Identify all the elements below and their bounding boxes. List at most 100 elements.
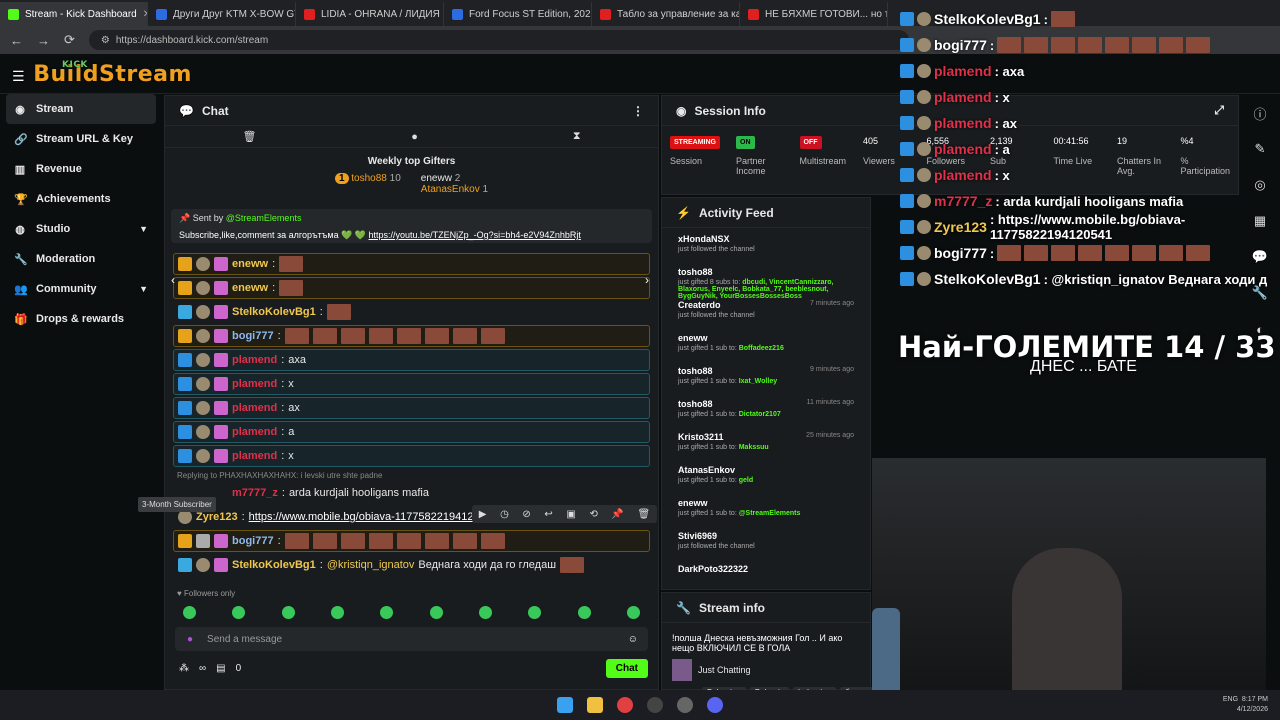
language-indicator[interactable]: ENG (1223, 696, 1238, 703)
activity-item[interactable]: Stivi6969 just followed the channel (662, 525, 870, 558)
chat-message[interactable]: plamend: a (173, 421, 650, 443)
emote-icon[interactable] (380, 606, 394, 619)
activity-user[interactable]: AtanasEnkov (678, 465, 854, 475)
chat-username[interactable]: m7777_z (232, 487, 278, 499)
discord-icon[interactable] (707, 697, 723, 713)
clock-icon[interactable]: ◷ (500, 509, 509, 520)
activity-user[interactable]: tosho88 (678, 267, 854, 277)
activity-item[interactable]: xHondaNSX just followed the channel (662, 228, 870, 261)
activity-user[interactable]: eneww (678, 498, 854, 508)
prev-arrow-icon[interactable]: ‹ (171, 273, 175, 287)
copy-icon[interactable]: ▣ (566, 509, 575, 520)
chat-message[interactable]: StelkoKolevBg1: (173, 301, 650, 323)
windows-start-icon[interactable] (557, 697, 573, 713)
chat-username[interactable]: StelkoKolevBg1 (232, 306, 316, 318)
emote-icon[interactable] (528, 606, 542, 619)
chat-message[interactable]: eneww: (173, 277, 650, 299)
category-name[interactable]: Just Chatting (698, 665, 751, 675)
chevron-down-icon[interactable]: ▼ (139, 284, 148, 294)
activity-item[interactable]: eneww just gifted 1 sub to: Boffadeez216 (662, 327, 870, 360)
browser-tab[interactable]: НЕ БЯХМЕ ГОТОВИ... но тръгн✕ (740, 2, 888, 26)
chat-message[interactable]: bogi777: (173, 325, 650, 347)
chat-message[interactable]: plamend: axa (173, 349, 650, 371)
trash-icon[interactable]: 🗑 (242, 130, 256, 143)
reply-icon[interactable]: ↩ (544, 509, 552, 520)
sidebar-item-revenue[interactable]: ▥ Revenue (0, 154, 162, 184)
forward-icon[interactable]: → (37, 33, 50, 48)
bubble-icon[interactable]: ● (411, 131, 418, 143)
activity-item[interactable]: 9 minutes ago tosho88 just gifted 1 sub to… (662, 360, 870, 393)
browser-tab[interactable]: Ford Focus ST Edition, 2022г., I✕ (444, 2, 592, 26)
chat-input[interactable]: ● Send a message ☺ (175, 627, 648, 651)
chat-mention[interactable]: @kristiqn_ignatov (327, 559, 415, 571)
chat-username[interactable]: plamend (232, 450, 277, 462)
chat-username[interactable]: StelkoKolevBg1 (232, 559, 316, 571)
back-icon[interactable]: ← (10, 33, 23, 48)
activity-item[interactable]: DarkPoto322322 (662, 558, 870, 589)
emote-icon[interactable] (331, 606, 345, 619)
chat-username[interactable]: plamend (232, 354, 277, 366)
shop-icon[interactable]: ▤ (216, 663, 225, 674)
sidebar-item-community[interactable]: 👥 Community ▼ (0, 274, 162, 304)
emote-icon[interactable] (232, 606, 246, 619)
channel-logo[interactable]: ☰ BuildStream KICK (12, 60, 192, 87)
undo-icon[interactable]: ⟲ (589, 509, 597, 520)
play-icon[interactable]: ▶ (479, 509, 487, 520)
chat-username[interactable]: plamend (232, 426, 277, 438)
browser-tab[interactable]: Stream - Kick Dashboard✕ (0, 2, 148, 26)
sidebar-item-studio[interactable]: ◍ Studio ▼ (0, 214, 162, 244)
chat-message[interactable]: m7777_z: arda kurdjali hooligans mafia (173, 482, 650, 504)
activity-user[interactable]: xHondaNSX (678, 234, 854, 244)
sidebar-item-moderation[interactable]: 🔧 Moderation (0, 244, 162, 274)
chat-message[interactable]: plamend: ax (173, 397, 650, 419)
explorer-icon[interactable] (587, 697, 603, 713)
emoji-picker-icon[interactable]: ☺ (628, 634, 638, 645)
chevron-down-icon[interactable]: ▼ (139, 224, 148, 234)
chat-username[interactable]: Zyre123 (196, 511, 238, 523)
url-field[interactable]: ⚙ https://dashboard.kick.com/stream (88, 30, 909, 50)
hourglass-icon[interactable]: ⧗ (573, 130, 581, 143)
obs-icon[interactable] (647, 697, 663, 713)
mic-icon[interactable]: ● (187, 634, 193, 645)
emote-icon[interactable] (429, 606, 443, 619)
delete-icon[interactable]: 🗑 (637, 509, 650, 520)
sidebar-item-drops-rewards[interactable]: 🎁 Drops & rewards (0, 304, 162, 334)
next-arrow-icon[interactable]: › (645, 273, 649, 287)
hamburger-icon[interactable]: ☰ (12, 69, 25, 85)
sidebar-item-stream[interactable]: ◉ Stream (6, 94, 156, 124)
sidebar-item-achievements[interactable]: 🏆 Achievements (0, 184, 162, 214)
gifter-name[interactable]: eneww (421, 173, 452, 184)
activity-item[interactable]: 11 minutes ago tosho88 just gifted 1 sub t… (662, 393, 870, 426)
emote-icon[interactable] (626, 606, 640, 619)
browser-tab[interactable]: Други Друг KTM X-BOW GT-X✕ (148, 2, 296, 26)
chat-message[interactable]: StelkoKolevBg1: @kristiqn_ignatov Веднаг… (173, 554, 650, 576)
chrome-icon[interactable] (617, 697, 633, 713)
chat-username[interactable]: eneww (232, 258, 268, 270)
pin-icon[interactable]: 📌 (611, 509, 623, 520)
chat-message[interactable]: plamend: x (173, 445, 650, 467)
browser-tab[interactable]: LIDIA - OHRANA / ЛИДИЯ✕ (296, 2, 444, 26)
activity-item[interactable]: AtanasEnkov just gifted 1 sub to: geld (662, 459, 870, 492)
chat-username[interactable]: bogi777 (232, 535, 274, 547)
reload-icon[interactable]: ⟳ (64, 32, 75, 48)
points-icon[interactable]: ⁂ (179, 663, 189, 674)
chat-username[interactable]: plamend (232, 402, 277, 414)
chat-username[interactable]: eneww (232, 282, 268, 294)
emote-icon[interactable] (478, 606, 492, 619)
chat-message[interactable]: plamend: x (173, 373, 650, 395)
pinned-author[interactable]: @StreamElements (226, 213, 302, 223)
chat-menu-icon[interactable]: ⋮ (632, 104, 644, 118)
site-info-icon[interactable]: ⚙ (101, 35, 110, 46)
pinned-link[interactable]: https://youtu.be/TZENjZp_-Og?si=bh4-e2V9… (369, 230, 581, 240)
ban-icon[interactable]: ⊘ (522, 509, 530, 520)
chat-username[interactable]: plamend (232, 378, 277, 390)
chat-message[interactable]: eneww: (173, 253, 650, 275)
browser-tab[interactable]: Табло за управление за кана✕ (592, 2, 740, 26)
gifter-name[interactable]: tosho88 (351, 173, 387, 184)
activity-user[interactable]: Stivi6969 (678, 531, 854, 541)
activity-user[interactable]: DarkPoto322322 (678, 564, 854, 574)
activity-user[interactable]: eneww (678, 333, 854, 343)
chat-message[interactable]: bogi777: (173, 530, 650, 552)
activity-item[interactable]: eneww just gifted 1 sub to: @StreamElemen… (662, 492, 870, 525)
send-chat-button[interactable]: Chat (605, 659, 648, 678)
